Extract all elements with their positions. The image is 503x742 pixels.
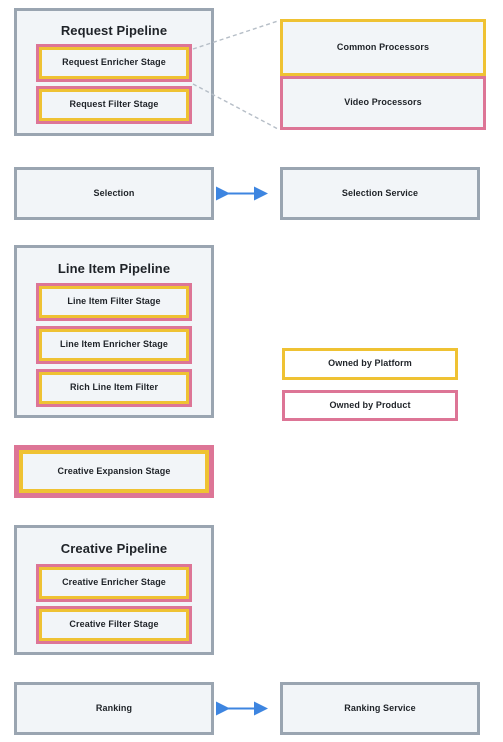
selection-label: Selection bbox=[93, 187, 135, 198]
stage-request-enricher-inner: Request Enricher Stage bbox=[39, 47, 189, 79]
stage-creative-expansion-inner: Creative Expansion Stage bbox=[19, 450, 209, 493]
common-processors-box[interactable]: Common Processors bbox=[280, 19, 486, 76]
legend-owned-by-product-label: Owned by Product bbox=[329, 399, 411, 410]
video-processors-label: Video Processors bbox=[344, 97, 422, 108]
stage-request-enricher-label: Request Enricher Stage bbox=[62, 57, 166, 68]
stage-creative-expansion[interactable]: Creative Expansion Stage bbox=[14, 445, 214, 498]
stage-request-filter[interactable]: Request Filter Stage bbox=[36, 86, 192, 124]
legend-owned-by-product: Owned by Product bbox=[282, 390, 458, 421]
common-processors-label: Common Processors bbox=[336, 41, 430, 52]
stage-creative-filter[interactable]: Creative Filter Stage bbox=[36, 606, 192, 644]
legend-owned-by-platform: Owned by Platform bbox=[282, 348, 458, 380]
creative-pipeline-title: Creative Pipeline bbox=[60, 541, 168, 556]
diagram-canvas: Request Pipeline Request Enricher Stage … bbox=[0, 0, 503, 742]
stage-creative-enricher-inner: Creative Enricher Stage bbox=[39, 567, 189, 599]
ranking-service-label: Ranking Service bbox=[344, 702, 416, 713]
stage-creative-filter-inner: Creative Filter Stage bbox=[39, 609, 189, 641]
selection-box[interactable]: Selection bbox=[14, 167, 214, 220]
video-processors-box[interactable]: Video Processors bbox=[280, 76, 486, 130]
ranking-box[interactable]: Ranking bbox=[14, 682, 214, 735]
stage-line-item-enricher[interactable]: Line Item Enricher Stage bbox=[36, 326, 192, 364]
stage-rich-line-item-filter-inner: Rich Line Item Filter bbox=[39, 372, 189, 404]
legend-owned-by-platform-label: Owned by Platform bbox=[328, 358, 412, 369]
request-pipeline-title: Request Pipeline bbox=[60, 23, 168, 38]
stage-rich-line-item-filter-label: Rich Line Item Filter bbox=[69, 382, 159, 393]
stage-line-item-filter-inner: Line Item Filter Stage bbox=[39, 286, 189, 318]
stage-request-enricher[interactable]: Request Enricher Stage bbox=[36, 44, 192, 82]
stage-request-filter-label: Request Filter Stage bbox=[69, 99, 159, 110]
stage-line-item-enricher-label: Line Item Enricher Stage bbox=[60, 339, 168, 350]
stage-creative-enricher-label: Creative Enricher Stage bbox=[62, 577, 166, 588]
stage-request-filter-inner: Request Filter Stage bbox=[39, 89, 189, 121]
selection-service-box[interactable]: Selection Service bbox=[280, 167, 480, 220]
stage-line-item-enricher-inner: Line Item Enricher Stage bbox=[39, 329, 189, 361]
ranking-service-box[interactable]: Ranking Service bbox=[280, 682, 480, 735]
stage-creative-expansion-label: Creative Expansion Stage bbox=[57, 465, 171, 476]
stage-creative-filter-label: Creative Filter Stage bbox=[69, 619, 159, 630]
stage-line-item-filter[interactable]: Line Item Filter Stage bbox=[36, 283, 192, 321]
stage-creative-enricher[interactable]: Creative Enricher Stage bbox=[36, 564, 192, 602]
stage-line-item-filter-label: Line Item Filter Stage bbox=[67, 296, 161, 307]
line-item-pipeline-title: Line Item Pipeline bbox=[57, 261, 171, 276]
ranking-label: Ranking bbox=[95, 702, 133, 713]
stage-rich-line-item-filter[interactable]: Rich Line Item Filter bbox=[36, 369, 192, 407]
selection-service-label: Selection Service bbox=[341, 187, 419, 198]
